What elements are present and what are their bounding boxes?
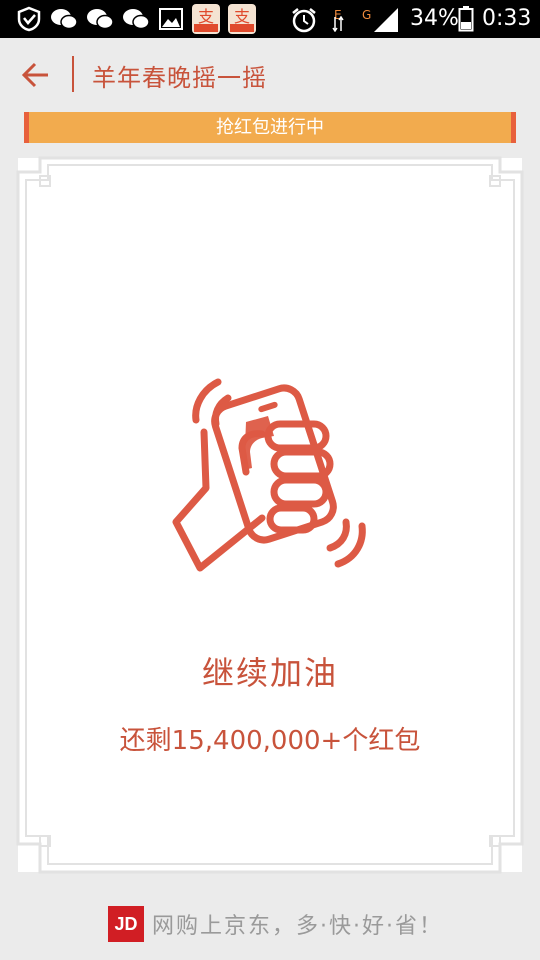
page-title: 羊年春晚摇一摇 bbox=[92, 64, 267, 92]
header-divider bbox=[72, 56, 74, 92]
alarm-icon bbox=[292, 8, 316, 33]
remaining-count: 还剩15,400,000+个红包 bbox=[119, 726, 421, 756]
wechat-icon bbox=[87, 9, 114, 30]
battery-icon bbox=[458, 6, 474, 32]
gallery-icon bbox=[159, 8, 183, 30]
network-g-indicator: G bbox=[362, 8, 372, 22]
jd-logo: JD bbox=[108, 906, 144, 942]
wechat-icon bbox=[51, 9, 78, 30]
footer-slogan: 网购上京东，多·快·好·省！ bbox=[152, 914, 443, 939]
svg-text:支: 支 bbox=[234, 7, 250, 26]
signal-icon bbox=[374, 8, 398, 32]
shake-phone-icon bbox=[172, 378, 366, 572]
vpn-shield-icon bbox=[17, 6, 41, 32]
alipay-icon: 支 bbox=[228, 4, 256, 34]
svg-text:支: 支 bbox=[198, 7, 214, 26]
battery-percent: 34% bbox=[410, 6, 459, 31]
wechat-icon bbox=[123, 9, 150, 30]
encourage-message: 继续加油 bbox=[201, 654, 338, 692]
alipay-icon: 支 bbox=[192, 4, 220, 34]
clock: 0:33 bbox=[482, 6, 532, 31]
status-banner: 抢红包进行中 bbox=[24, 112, 516, 143]
data-arrows-icon bbox=[332, 16, 344, 32]
status-bar: 支 支 E G 34% 0:33 bbox=[0, 0, 540, 38]
back-button[interactable] bbox=[20, 58, 54, 92]
back-arrow-icon bbox=[21, 62, 48, 88]
app-header: 羊年春晚摇一摇 bbox=[0, 38, 540, 112]
footer: JD 网购上京东，多·快·好·省！ bbox=[0, 906, 540, 944]
